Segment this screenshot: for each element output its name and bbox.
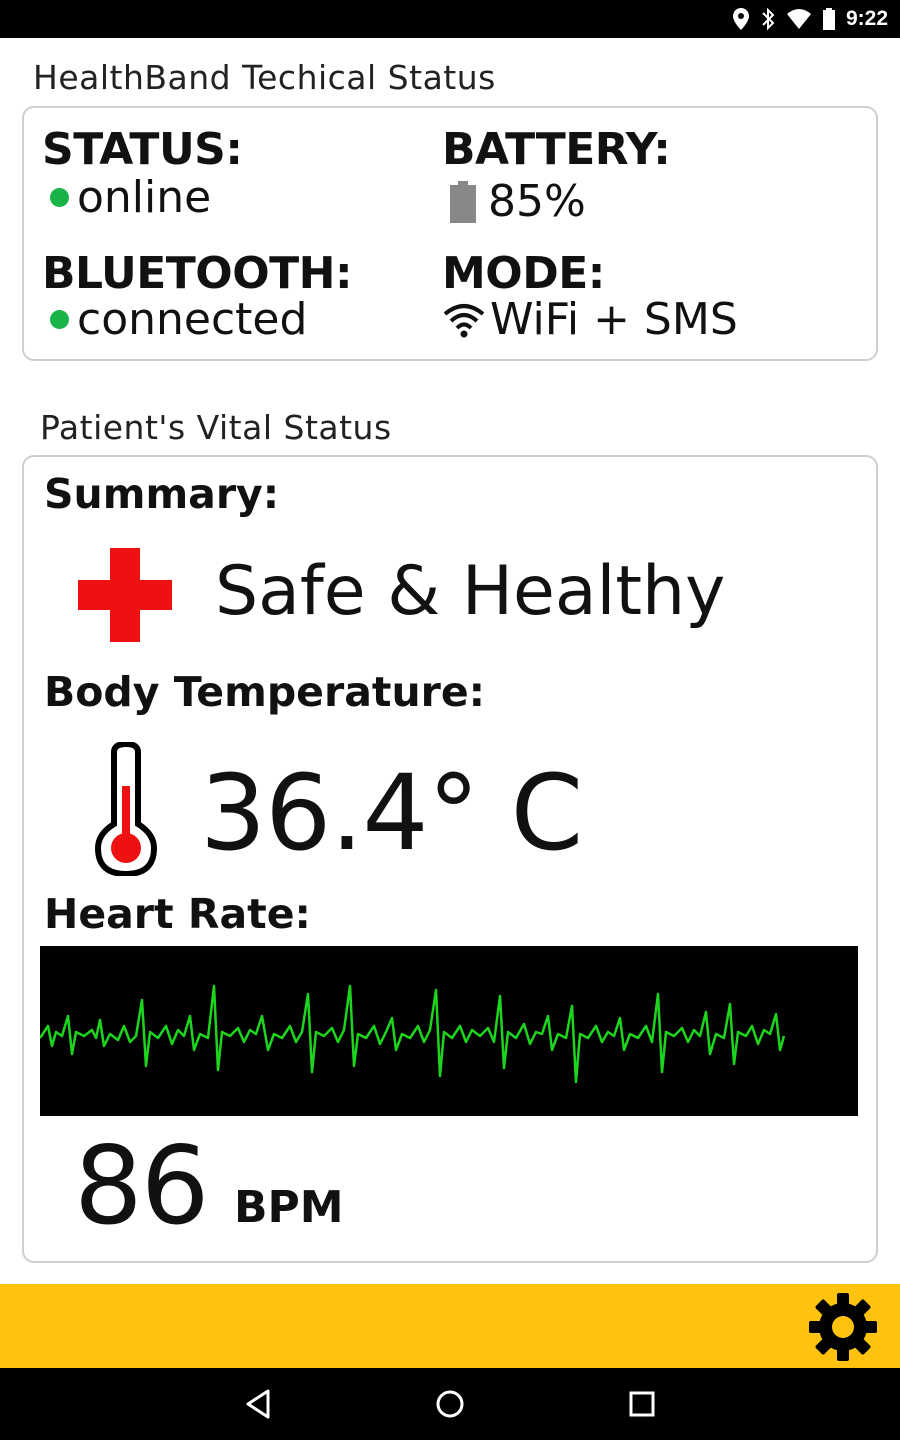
gear-icon[interactable] — [808, 1292, 878, 1362]
mode-value-text: WiFi + SMS — [490, 294, 738, 345]
location-icon — [732, 8, 749, 30]
recents-button[interactable] — [620, 1382, 664, 1426]
bluetooth-icon — [762, 7, 775, 31]
back-icon — [246, 1389, 270, 1419]
back-button[interactable] — [236, 1382, 280, 1426]
body-temperature-value: 36.4° C — [200, 752, 583, 874]
red-cross-icon — [78, 548, 172, 642]
home-icon — [436, 1390, 464, 1418]
battery-label: BATTERY: — [442, 124, 671, 175]
body-temperature-label: Body Temperature: — [44, 668, 486, 716]
heart-rate-unit: BPM — [234, 1182, 344, 1233]
summary-label: Summary: — [44, 470, 280, 518]
ecg-waveform — [38, 984, 786, 1084]
system-status-bar: 9:22 — [0, 0, 900, 38]
vital-section-title: Patient's Vital Status — [40, 408, 392, 447]
ecg-graph — [38, 946, 858, 1116]
status-value: online — [50, 172, 211, 223]
tech-status-card: STATUS: online BATTERY: 85% BLUETOOTH: c… — [22, 106, 878, 361]
home-button[interactable] — [428, 1382, 472, 1426]
online-dot — [50, 188, 69, 207]
summary-value: Safe & Healthy — [215, 552, 726, 631]
wifi-icon — [786, 9, 811, 29]
bluetooth-value: connected — [50, 294, 307, 345]
battery-value: 85% — [450, 176, 586, 227]
status-label: STATUS: — [42, 124, 243, 175]
wifi-mode-icon — [443, 303, 485, 337]
recents-icon — [629, 1391, 655, 1417]
mode-label: MODE: — [442, 248, 605, 299]
bottom-action-bar — [0, 1284, 900, 1368]
bluetooth-label: BLUETOOTH: — [42, 248, 353, 299]
tech-section-title: HealthBand Techical Status — [33, 58, 496, 97]
system-nav-bar — [0, 1368, 900, 1440]
battery-level-icon — [450, 180, 476, 223]
thermometer-icon — [94, 742, 158, 876]
bluetooth-value-text: connected — [77, 294, 308, 345]
clock: 9:22 — [845, 7, 888, 30]
battery-icon — [822, 8, 835, 30]
status-value-text: online — [77, 172, 212, 223]
heart-rate-value: 86 — [74, 1124, 209, 1249]
connected-dot — [50, 310, 69, 329]
heart-rate-label: Heart Rate: — [44, 890, 311, 938]
mode-value: WiFi + SMS — [442, 294, 738, 345]
battery-value-text: 85% — [488, 176, 586, 227]
